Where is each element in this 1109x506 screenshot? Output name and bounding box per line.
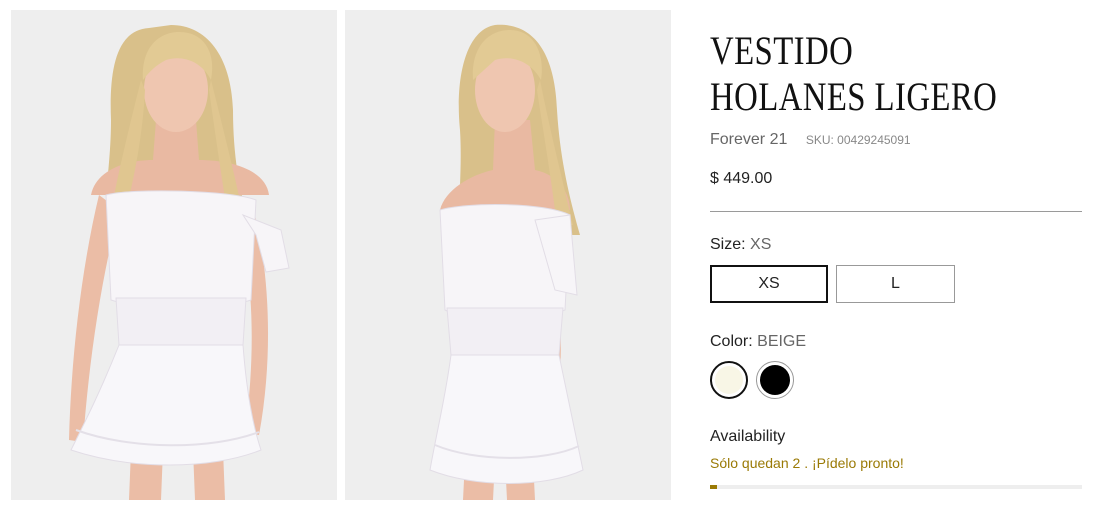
selected-color-value: BEIGE: [757, 333, 807, 350]
size-label-text: Size:: [710, 236, 746, 253]
product-price: $ 449.00: [710, 170, 773, 187]
divider: [710, 211, 1082, 212]
brand-name[interactable]: Forever 21: [710, 131, 787, 148]
product-title: VESTIDO HOLANES LIGERO: [710, 28, 998, 119]
black-swatch-fill: [760, 365, 790, 395]
stock-level-bar: [710, 485, 1082, 489]
beige-swatch-fill: [715, 366, 743, 394]
brand-sku-row: Forever 21 SKU: 00429245091: [710, 131, 911, 149]
size-option-l[interactable]: L: [836, 265, 955, 303]
model-front-illustration: [11, 10, 337, 500]
size-option-xs[interactable]: XS: [710, 265, 828, 303]
availability-message: Sólo quedan 2 . ¡Pídelo pronto!: [710, 455, 904, 471]
color-swatch-beige[interactable]: [710, 361, 748, 399]
sku-text: SKU: 00429245091: [805, 133, 911, 147]
availability-label: Availability: [710, 428, 786, 445]
color-swatch-black[interactable]: [756, 361, 794, 399]
color-label-text: Color:: [710, 333, 753, 350]
model-side-illustration: [345, 10, 671, 500]
product-image-front[interactable]: [11, 10, 337, 500]
size-label: Size: XS: [710, 236, 771, 254]
color-label: Color: BEIGE: [710, 333, 806, 351]
stock-level-fill: [710, 485, 718, 489]
selected-size-value: XS: [750, 236, 772, 253]
product-image-side[interactable]: [345, 10, 671, 500]
